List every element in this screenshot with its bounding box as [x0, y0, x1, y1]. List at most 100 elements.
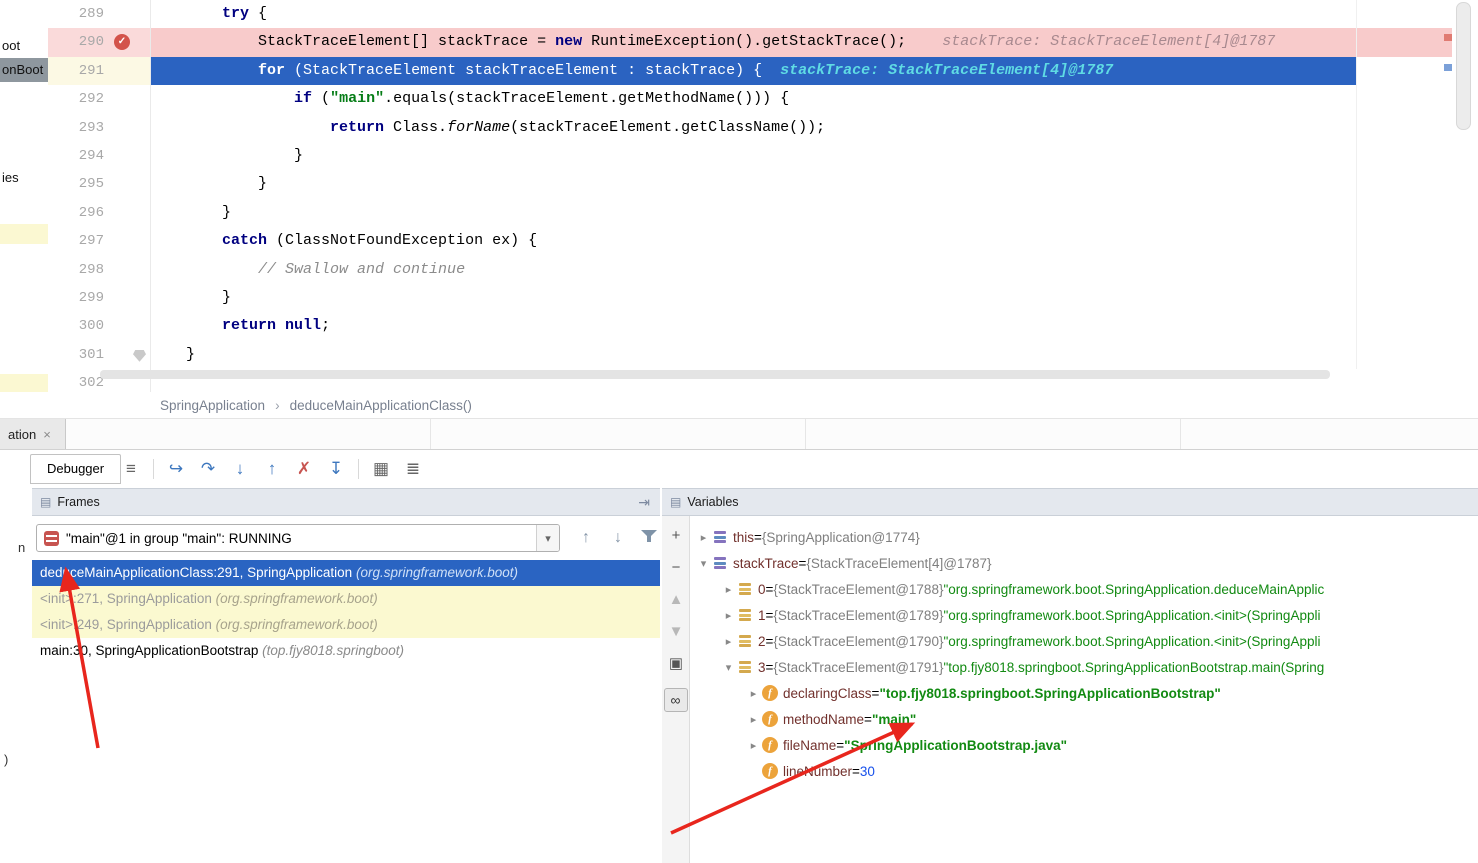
- code-text[interactable]: if ("main".equals(stackTraceElement.getM…: [150, 85, 1478, 113]
- code-text[interactable]: }: [150, 284, 1478, 312]
- previous-frame-icon[interactable]: ↑: [574, 526, 598, 550]
- code-text[interactable]: }: [150, 199, 1478, 227]
- tab-partial-console[interactable]: ation ×: [0, 419, 66, 449]
- toolbar-menu-icon[interactable]: ≡: [118, 457, 144, 481]
- settings-icon[interactable]: ≣: [400, 457, 426, 481]
- rail-partial-label: n: [18, 540, 25, 555]
- show-execution-point-icon[interactable]: ↪: [163, 457, 189, 481]
- breadcrumb-class[interactable]: SpringApplication: [160, 398, 265, 413]
- tree-collapse-icon[interactable]: ▾: [721, 661, 736, 674]
- variable-row[interactable]: ▸1 = {StackTraceElement@1789} "org.sprin…: [690, 602, 1478, 628]
- variables-panel-header: ▤ Variables: [662, 488, 1478, 516]
- stack-frame-row[interactable]: <init>:271, SpringApplication (org.sprin…: [32, 586, 660, 612]
- equals-sign: =: [836, 738, 844, 753]
- equals-sign: =: [852, 764, 860, 779]
- code-editor[interactable]: 289 try {290✓ StackTraceElement[] stackT…: [48, 0, 1478, 392]
- tree-collapse-icon[interactable]: ▾: [696, 557, 711, 570]
- project-tree-item[interactable]: ies: [0, 168, 48, 188]
- code-text[interactable]: }: [150, 341, 1478, 369]
- breadcrumb: SpringApplication › deduceMainApplicatio…: [0, 392, 1478, 418]
- code-line: 294 }: [48, 142, 1478, 170]
- tree-expand-icon[interactable]: ▸: [696, 531, 711, 544]
- gutter-marker-icon: [133, 350, 146, 362]
- code-text[interactable]: catch (ClassNotFoundException ex) {: [150, 227, 1478, 255]
- variable-value: {StackTraceElement@1791}: [773, 660, 943, 675]
- close-icon[interactable]: ×: [43, 427, 51, 442]
- variable-name: 0: [758, 582, 766, 597]
- variable-row[interactable]: ▸ffileName = "SpringApplicationBootstrap…: [690, 732, 1478, 758]
- gutter-icon-area: [104, 199, 150, 227]
- variable-value: {StackTraceElement@1789}: [773, 608, 943, 623]
- hide-library-frames-filter-icon[interactable]: [640, 530, 658, 546]
- editor-horizontal-scrollbar[interactable]: [100, 370, 1330, 379]
- stack-frame-row[interactable]: main:30, SpringApplicationBootstrap (top…: [32, 638, 660, 664]
- add-watch-icon[interactable]: +: [662, 524, 690, 548]
- error-stripe-execution-mark[interactable]: [1444, 64, 1452, 71]
- project-item-highlighted-row[interactable]: [0, 374, 48, 392]
- drop-frame-icon[interactable]: ✗: [291, 457, 317, 481]
- stack-frame-row[interactable]: <init>:249, SpringApplication (org.sprin…: [32, 612, 660, 638]
- tree-expand-icon[interactable]: ▸: [746, 687, 761, 700]
- variable-row[interactable]: flineNumber = 30: [690, 758, 1478, 784]
- tree-expand-icon[interactable]: ▸: [746, 713, 761, 726]
- funnel-stem: [647, 536, 651, 542]
- gutter-icon-area: [104, 142, 150, 170]
- code-line: 292 if ("main".equals(stackTraceElement.…: [48, 85, 1478, 113]
- duplicate-watch-icon[interactable]: ▣: [662, 652, 690, 676]
- breakpoint-icon[interactable]: ✓: [114, 34, 130, 50]
- tab-debugger[interactable]: Debugger: [30, 454, 121, 484]
- step-over-icon[interactable]: ↷: [195, 457, 221, 481]
- run-to-cursor-icon[interactable]: ↧: [323, 457, 349, 481]
- show-watches-toggle-icon[interactable]: ∞: [664, 688, 688, 712]
- variable-row[interactable]: ▸0 = {StackTraceElement@1788} "org.sprin…: [690, 576, 1478, 602]
- frame-package: (org.springframework.boot): [212, 591, 378, 606]
- variable-name: methodName: [783, 712, 864, 727]
- project-tree-item[interactable]: onBoot: [0, 58, 48, 82]
- step-out-icon[interactable]: ↑: [259, 457, 285, 481]
- stack-frame-row[interactable]: deduceMainApplicationClass:291, SpringAp…: [32, 560, 660, 586]
- variable-row[interactable]: ▾stackTrace = {StackTraceElement[4]@1787…: [690, 550, 1478, 576]
- code-text[interactable]: try {: [150, 0, 1478, 28]
- step-into-icon[interactable]: ↓: [227, 457, 253, 481]
- frames-variables-splitter[interactable]: [660, 488, 662, 863]
- tree-expand-icon[interactable]: ▸: [721, 635, 736, 648]
- line-number: 298: [48, 256, 104, 284]
- variable-row[interactable]: ▸fdeclaringClass = "top.fjy8018.springbo…: [690, 680, 1478, 706]
- tree-expand-icon[interactable]: ▸: [721, 609, 736, 622]
- code-text[interactable]: return Class.forName(stackTraceElement.g…: [150, 114, 1478, 142]
- line-number: 289: [48, 0, 104, 28]
- array-value-icon: [737, 607, 753, 623]
- project-item-highlighted-row[interactable]: [0, 224, 48, 244]
- code-line: 295 }: [48, 170, 1478, 198]
- variable-row[interactable]: ▸this = {SpringApplication@1774}: [690, 524, 1478, 550]
- code-text[interactable]: return null;: [150, 312, 1478, 340]
- code-text[interactable]: StackTraceElement[] stackTrace = new Run…: [150, 28, 1478, 56]
- variables-panel-title: Variables: [687, 495, 738, 509]
- variable-row[interactable]: ▾3 = {StackTraceElement@1791} "top.fjy80…: [690, 654, 1478, 680]
- code-text[interactable]: // Swallow and continue: [150, 256, 1478, 284]
- gutter-icon-area: [104, 114, 150, 142]
- variable-row[interactable]: ▸fmethodName = "main": [690, 706, 1478, 732]
- breadcrumb-method[interactable]: deduceMainApplicationClass(): [290, 398, 472, 413]
- thread-selector-value: "main"@1 in group "main": RUNNING: [66, 531, 292, 546]
- code-text[interactable]: }: [150, 170, 1478, 198]
- next-frame-icon[interactable]: ↓: [606, 526, 630, 550]
- thread-selector[interactable]: "main"@1 in group "main": RUNNING ▾: [36, 524, 560, 552]
- variable-row[interactable]: ▸2 = {StackTraceElement@1790} "org.sprin…: [690, 628, 1478, 654]
- editor-vertical-scrollbar[interactable]: [1456, 2, 1471, 130]
- code-text[interactable]: }: [150, 142, 1478, 170]
- code-text[interactable]: for (StackTraceElement stackTraceElement…: [150, 57, 1478, 85]
- tree-expand-icon[interactable]: ▸: [746, 739, 761, 752]
- project-tree-item[interactable]: oot: [0, 36, 48, 56]
- variable-name: 2: [758, 634, 766, 649]
- variable-value: {StackTraceElement[4]@1787}: [806, 556, 991, 571]
- move-watch-down-icon[interactable]: ▼: [662, 620, 690, 644]
- tree-expand-icon[interactable]: ▸: [721, 583, 736, 596]
- dock-pin-icon[interactable]: ⇥: [638, 494, 650, 511]
- remove-watch-icon[interactable]: −: [662, 556, 690, 580]
- evaluate-expression-icon[interactable]: ▦: [368, 457, 394, 481]
- error-stripe-breakpoint-mark[interactable]: [1444, 34, 1452, 41]
- chevron-down-icon[interactable]: ▾: [536, 525, 559, 551]
- move-watch-up-icon[interactable]: ▲: [662, 588, 690, 612]
- code-line: 293 return Class.forName(stackTraceEleme…: [48, 114, 1478, 142]
